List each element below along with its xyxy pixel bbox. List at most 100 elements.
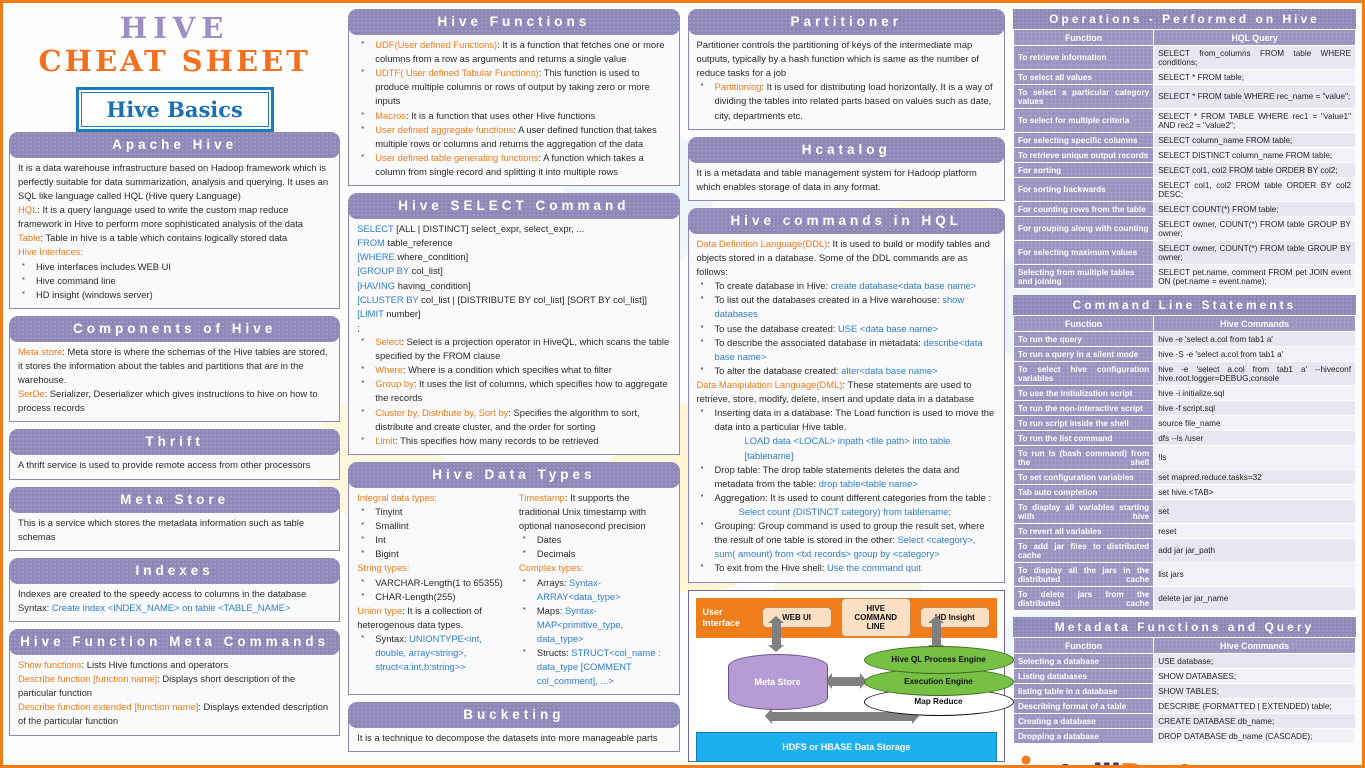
table-row: For counting rows from the table SELECT C… <box>1012 201 1357 217</box>
hql-text: : It is a query language used to write t… <box>18 204 304 230</box>
arrow-bottom-left-right <box>764 707 919 724</box>
cell-function: Selecting a database <box>1012 653 1155 669</box>
table-row: To add jar files to distributed cache add… <box>1012 538 1357 563</box>
page-title-cheatsheet: CHEAT SHEET <box>38 44 311 79</box>
list-item: HD insight (windows server) <box>18 287 331 302</box>
panel-components-of-hive: Components of Hive Meta store: Meta stor… <box>9 315 341 423</box>
item-text: : Select is a projection operator in Hiv… <box>375 335 670 362</box>
integral-types-list: Tinyint Smallint Int Bigint <box>357 504 509 561</box>
cell-query: SELECT owner, COUNT(*) FROM table GROUP … <box>1153 240 1357 265</box>
cell-function: To set configuration variables <box>1012 469 1155 485</box>
list-item: Partitioning: It is used for distributin… <box>697 79 996 122</box>
cell-function: Describing format of a table <box>1012 698 1155 714</box>
serde-text: : Serializer, Deserializer which gives i… <box>18 388 318 414</box>
panel-partitioner: Partitioner Partitioner controls the par… <box>687 9 1005 130</box>
table-row: To display all variables starting with h… <box>1012 499 1357 524</box>
union-syntax-list: Syntax: UNIONTYPE<int, double, array<str… <box>357 631 509 674</box>
thrift-text: A thrift service is used to provide remo… <box>18 459 311 471</box>
panel-title: Hive Function Meta Commands <box>9 628 341 655</box>
cell-command: USE database; <box>1153 653 1357 669</box>
furthermore-label: FURTHERMORE: <box>1198 764 1356 765</box>
timestamp-label: Timestamp <box>518 491 565 503</box>
panel-hive-function-meta-commands: Hive Function Meta Commands Show functio… <box>9 628 341 736</box>
cell-function: To run the list command <box>1012 430 1155 446</box>
syntax-label: Syntax: <box>375 632 410 644</box>
cell-function: To revert all variables <box>1012 523 1155 539</box>
cell-command: set <box>1153 499 1357 524</box>
cell-function: To use the initialization script <box>1012 385 1155 401</box>
diagram-box-hive-command-line: HIVE COMMAND LINE <box>840 598 911 637</box>
table-header-row: Function HQL Query <box>1012 29 1357 46</box>
dml-list: Inserting data in a database: The Load f… <box>697 405 996 575</box>
item-code: LOAD data <LOCAL> inpath <file path> int… <box>744 435 951 461</box>
list-item: Decimals <box>519 546 671 561</box>
cell-command: hive -S -e 'select a.col from tab1 a' <box>1153 346 1357 362</box>
cell-query: SELECT column_name FROM table; <box>1153 132 1357 148</box>
table-row: For sorting SELECT col1, col2 FROM table … <box>1012 162 1357 178</box>
list-item: User defined table generating functions:… <box>357 150 670 179</box>
item-text: To create database in Hive: <box>714 280 831 292</box>
cell-function: To retrieve information <box>1012 45 1155 70</box>
table-row: Dropping a database DROP DATABASE db_name… <box>1012 728 1357 744</box>
cell-query: SELECT COUNT(*) FROM table; <box>1153 201 1357 217</box>
list-item: Limit: This specifies how many records t… <box>357 433 670 448</box>
hive-architecture-diagram: User Interface WEB UI HIVE COMMAND LINE … <box>687 589 1014 762</box>
complex-types-list: Arrays: Syntax-ARRAY<data_type> Maps: Sy… <box>519 574 671 689</box>
user-interface-label: User Interface <box>702 607 741 628</box>
table-row: To select hive configuration variables hi… <box>1012 361 1357 386</box>
sql-keyword: FROM <box>357 237 385 249</box>
item-label: User defined table generating functions <box>375 151 539 163</box>
panel-title: Apache Hive <box>9 131 341 158</box>
cell-function: For grouping along with counting <box>1012 216 1155 241</box>
footer-furthermore: FURTHERMORE: Hadoop Certification Traini… <box>1198 764 1356 765</box>
table-row: Selecting a database USE database; <box>1012 653 1357 669</box>
list-item: Structs: STRUCT<col_name : data_type [CO… <box>519 645 671 688</box>
cell-function: To select for multiple criteria <box>1012 108 1155 133</box>
cell-command: add jar jar_path <box>1153 538 1357 563</box>
title-block: HIVE CHEAT SHEET Hive Basics <box>9 9 340 132</box>
cell-function: For selecting specific columns <box>1012 132 1155 148</box>
diagram-storage-bar: HDFS or HBASE Data Storage <box>695 731 997 762</box>
sql-terminator: ; <box>357 321 360 333</box>
partitioning-list: Partitioning: It is used for distributin… <box>697 79 996 122</box>
cell-function: To select all values <box>1012 69 1155 85</box>
cell-function: To display all the jars in the distribut… <box>1012 562 1155 587</box>
panel-title: Hive Data Types <box>348 461 680 488</box>
complex-types-label: Complex types: <box>518 562 584 574</box>
list-item: Smallint <box>357 518 509 533</box>
list-item: Dates <box>519 532 671 547</box>
table-row: To select a particular category values SE… <box>1012 84 1357 109</box>
table-operations-performed-on-hive: Operations - Performed on Hive Function … <box>1012 9 1357 289</box>
sql-rest: col_list] <box>409 265 443 277</box>
panel-title: Thrift <box>9 429 341 456</box>
item-label: Structs: <box>536 647 572 659</box>
table-row: Listing databases SHOW DATABASES; <box>1012 668 1357 684</box>
item-label: UDF(User defined Functions) <box>375 39 498 50</box>
cell-query: SELECT col1, col2 FROM table ORDER BY co… <box>1153 177 1357 202</box>
cell-function: To run script inside the shell <box>1012 415 1155 431</box>
item-label: UDTF( User defined Tabular Functions) <box>375 67 539 79</box>
table-row: To retrieve information SELECT from_colum… <box>1012 45 1357 70</box>
cell-command: SHOW TABLES; <box>1153 683 1357 699</box>
cell-function: For sorting <box>1012 162 1155 178</box>
intellipaat-logo[interactable]: ntelliPaat <box>1013 754 1194 765</box>
describe-function-label: Describe function [function name] <box>18 673 158 685</box>
sql-keyword: SELECT <box>357 223 394 235</box>
panel-title: Indexes <box>9 557 341 584</box>
item-text: To alter the database created: <box>714 364 842 376</box>
panel-title: Hcatalog <box>687 136 1005 163</box>
table-row: To run ls (bash command) from the shell!… <box>1012 445 1357 470</box>
item-code: create database<data base name> <box>830 280 977 292</box>
list-item: Hive interfaces includes WEB UI <box>18 259 331 274</box>
panel-title: Hive commands in HQL <box>687 207 1005 234</box>
column-one: HIVE CHEAT SHEET Hive Basics Apache Hive… <box>9 9 341 765</box>
table-header-row: Function Hive Commands <box>1012 637 1357 654</box>
table-label: Table <box>18 232 41 244</box>
cell-function: For counting rows from the table <box>1012 201 1155 217</box>
table-title: Operations - Performed on Hive <box>1012 9 1357 29</box>
item-text: Aggregation: It is used to count differe… <box>714 491 992 503</box>
cell-function: To select hive configuration variables <box>1012 361 1155 386</box>
arrow-up-down-metastore <box>767 615 784 652</box>
table-row: To run the non-interactive script hive -f… <box>1012 400 1357 416</box>
describe-extended-label: Describe function extended [function nam… <box>18 701 199 713</box>
